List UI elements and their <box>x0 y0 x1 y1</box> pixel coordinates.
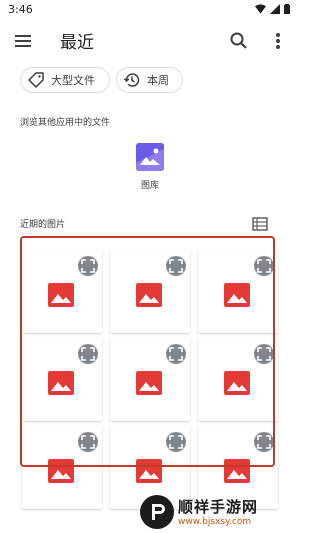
chip-label: 本周 <box>147 74 169 87</box>
wifi-icon <box>255 4 266 14</box>
chip-label: 大型文件 <box>51 74 95 87</box>
watermark-logo: 顺祥手游网 www.bjsxsy.com <box>140 490 300 533</box>
expand-icon[interactable] <box>78 432 98 452</box>
image-placeholder-icon <box>48 371 74 395</box>
image-tile[interactable] <box>198 337 278 421</box>
image-tile[interactable] <box>22 337 102 421</box>
battery-icon <box>284 4 290 14</box>
status-bar: 3:46 <box>0 0 300 22</box>
image-placeholder-icon <box>136 371 162 395</box>
app-bar: 最近 <box>0 22 300 60</box>
page-title: 最近 <box>60 33 94 53</box>
image-tile[interactable] <box>110 249 190 333</box>
expand-icon[interactable] <box>254 256 274 276</box>
chip-large-files[interactable]: 大型文件 <box>20 67 110 93</box>
image-tile[interactable] <box>22 249 102 333</box>
image-tile[interactable] <box>22 425 102 509</box>
gallery-label: 图库 <box>140 181 159 191</box>
expand-icon[interactable] <box>166 256 186 276</box>
image-placeholder-icon <box>48 283 74 307</box>
watermark-icon <box>140 494 174 529</box>
image-tile[interactable] <box>198 249 278 333</box>
browse-section-title: 浏览其他应用中的文件 <box>20 118 111 128</box>
image-placeholder-icon <box>224 459 250 483</box>
watermark-main: 顺祥手游网 <box>178 498 259 516</box>
gallery-app-shortcut[interactable]: 图库 <box>130 143 170 193</box>
menu-button[interactable] <box>12 30 34 52</box>
menu-icon <box>15 35 31 47</box>
expand-icon[interactable] <box>78 256 98 276</box>
search-button[interactable] <box>228 30 250 52</box>
image-tile[interactable] <box>110 337 190 421</box>
image-placeholder-icon <box>48 459 74 483</box>
tag-icon <box>27 71 45 89</box>
expand-icon[interactable] <box>254 344 274 364</box>
history-icon <box>123 71 141 89</box>
more-options-button[interactable] <box>268 30 288 52</box>
watermark-text: 顺祥手游网 www.bjsxsy.com <box>178 496 258 527</box>
image-placeholder-icon <box>136 283 162 307</box>
search-icon <box>230 32 247 49</box>
more-vert-icon <box>276 33 280 49</box>
image-placeholder-icon <box>136 459 162 483</box>
list-view-button[interactable] <box>252 216 268 231</box>
expand-icon[interactable] <box>166 432 186 452</box>
gallery-icon <box>136 143 164 171</box>
expand-icon[interactable] <box>78 344 98 364</box>
chip-this-week[interactable]: 本周 <box>116 67 183 93</box>
list-view-icon <box>252 217 268 231</box>
expand-icon[interactable] <box>166 344 186 364</box>
watermark-url: www.bjsxsy.com <box>178 517 252 527</box>
image-placeholder-icon <box>224 283 250 307</box>
recent-section-title: 近期的图片 <box>20 220 66 230</box>
signal-icon <box>270 4 280 14</box>
image-placeholder-icon <box>224 371 250 395</box>
status-time: 3:46 <box>8 3 33 16</box>
expand-icon[interactable] <box>254 432 274 452</box>
status-icons <box>255 4 290 14</box>
